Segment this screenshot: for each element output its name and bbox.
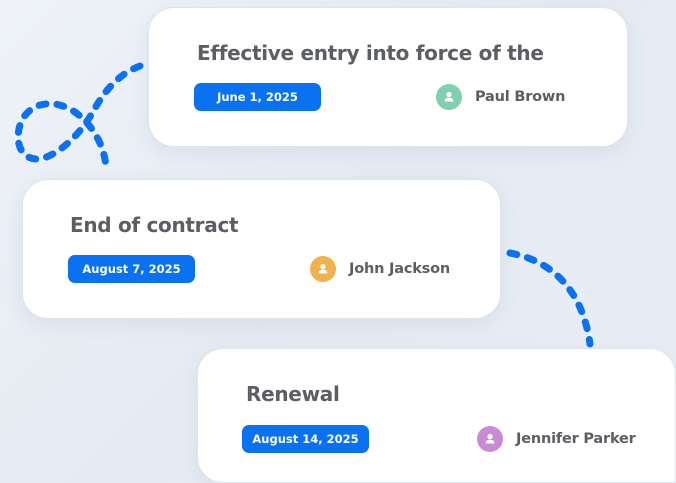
milestone-card-renewal: Renewal August 14, 2025 Jennifer Parker bbox=[197, 348, 676, 483]
user-icon bbox=[444, 91, 454, 102]
avatar bbox=[436, 84, 462, 110]
dashed-loop-connector bbox=[14, 62, 144, 170]
avatar bbox=[477, 426, 503, 452]
milestone-title: Renewal bbox=[246, 382, 340, 406]
dashed-curve-connector bbox=[506, 249, 594, 348]
avatar bbox=[310, 256, 336, 282]
assignee[interactable]: Jennifer Parker bbox=[477, 426, 636, 452]
milestone-title: End of contract bbox=[70, 213, 239, 237]
assignee-name: Jennifer Parker bbox=[516, 431, 636, 447]
date-badge[interactable]: August 7, 2025 bbox=[68, 255, 195, 283]
user-icon bbox=[485, 433, 495, 444]
milestone-title: Effective entry into force of the bbox=[197, 41, 544, 65]
assignee-name: Paul Brown bbox=[475, 89, 566, 105]
assignee-name: John Jackson bbox=[349, 261, 450, 277]
milestone-card-end-of-contract: End of contract August 7, 2025 John Jack… bbox=[22, 179, 501, 319]
date-badge[interactable]: June 1, 2025 bbox=[194, 83, 321, 111]
date-badge[interactable]: August 14, 2025 bbox=[242, 425, 369, 453]
milestone-card-entry-into-force: Effective entry into force of the June 1… bbox=[148, 7, 628, 147]
user-icon bbox=[318, 263, 328, 274]
assignee[interactable]: John Jackson bbox=[310, 256, 450, 282]
assignee[interactable]: Paul Brown bbox=[436, 84, 565, 110]
